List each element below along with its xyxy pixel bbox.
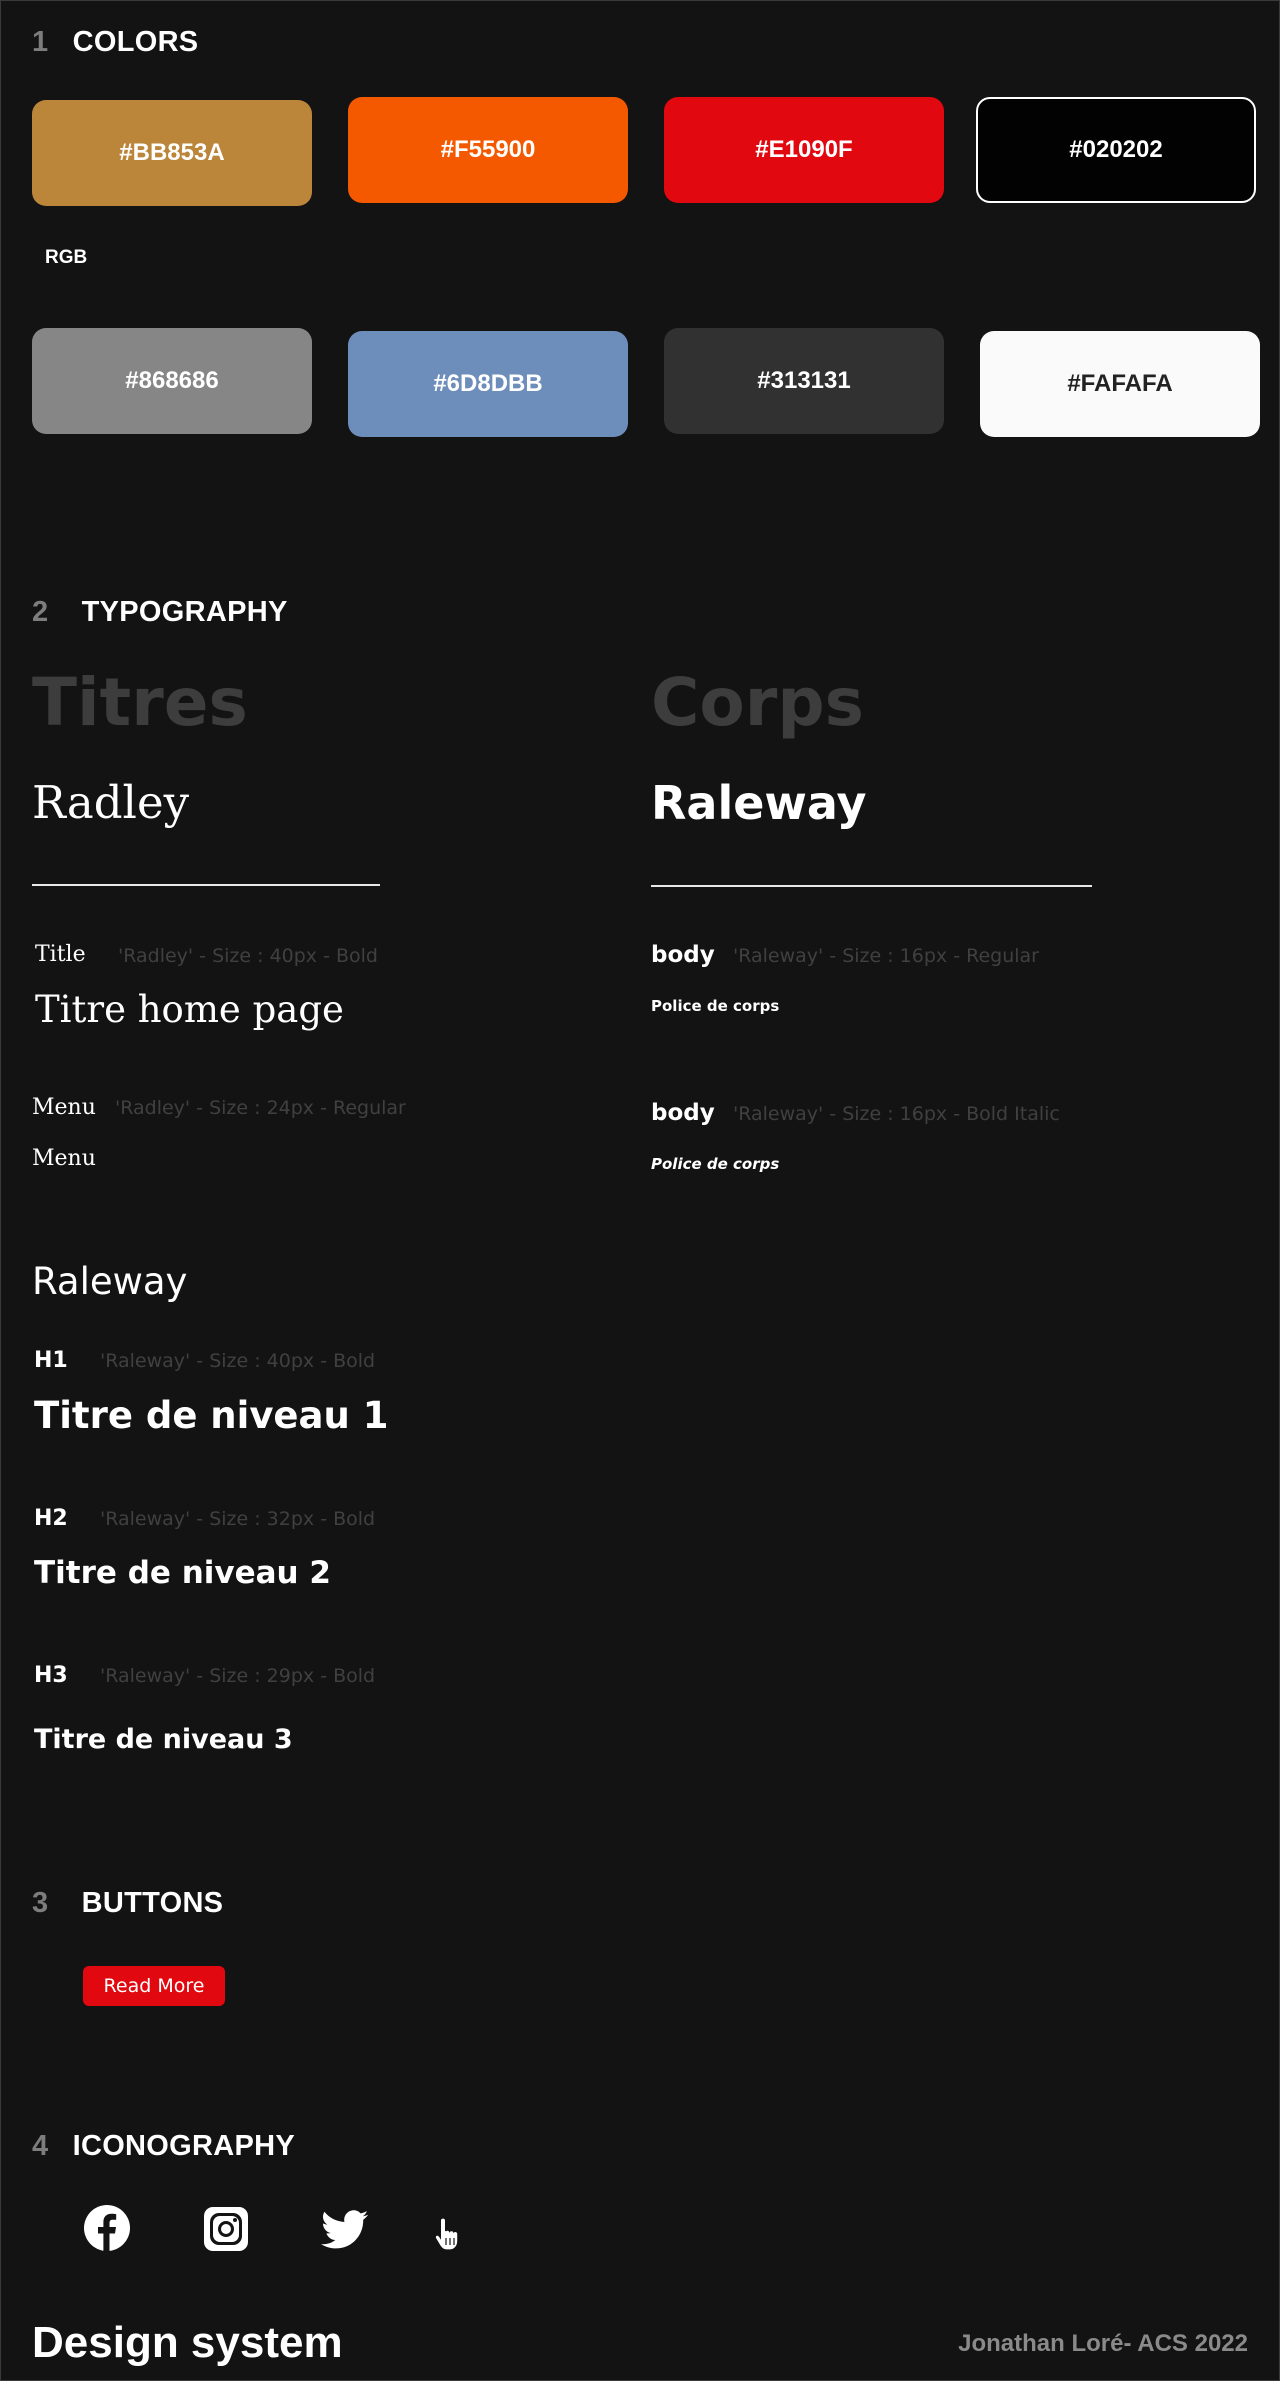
body-bold-italic-sample: Police de corps	[651, 1155, 780, 1173]
h1-sample: Titre de niveau 1	[34, 1394, 389, 1437]
color-swatch-orange: #F55900	[348, 97, 628, 203]
swatch-label: #313131	[757, 367, 851, 394]
raleway-heading: Raleway	[32, 1260, 188, 1303]
h3-tag: H3	[34, 1663, 68, 1688]
swatch-label: #F55900	[440, 136, 536, 163]
body-font-name: Raleway	[651, 776, 867, 830]
colors-section-header: 1 COLORS	[32, 26, 198, 59]
titles-divider	[32, 884, 380, 886]
body-bold-italic-tag: body	[651, 1100, 715, 1126]
h2-spec: 'Raleway' - Size : 32px - Bold	[100, 1508, 376, 1530]
section-title: COLORS	[72, 26, 199, 58]
titles-heading: Titres	[32, 664, 248, 741]
menu-style-spec: 'Radley' - Size : 24px - Regular	[115, 1097, 406, 1119]
typography-section-header: 2 TYPOGRAPHY	[32, 596, 288, 629]
body-bold-italic-spec: 'Raleway' - Size : 16px - Bold Italic	[733, 1103, 1060, 1125]
h1-tag: H1	[34, 1348, 68, 1373]
section-number: 4	[32, 2130, 49, 2162]
facebook-icon[interactable]	[84, 2205, 130, 2251]
title-style-tag: Title	[35, 942, 86, 967]
swatch-label: #6D8DBB	[433, 370, 543, 397]
footer-credit: Jonathan Loré- ACS 2022	[958, 2330, 1248, 2357]
buttons-section-header: 3 BUTTONS	[32, 1887, 223, 1920]
color-swatch-dark-gray: #313131	[664, 328, 944, 434]
iconography-section-header: 4 ICONOGRAPHY	[32, 2130, 295, 2163]
title-style-spec: 'Radley' - Size : 40px - Bold	[118, 945, 378, 967]
color-swatch-red: #E1090F	[664, 97, 944, 203]
body-regular-spec: 'Raleway' - Size : 16px - Regular	[733, 945, 1039, 967]
h2-tag: H2	[34, 1506, 68, 1531]
section-number: 3	[32, 1887, 49, 1919]
body-divider	[651, 885, 1092, 887]
hand-pointer-icon[interactable]	[433, 2216, 467, 2252]
menu-style-sample: Menu	[32, 1146, 96, 1171]
instagram-icon[interactable]	[204, 2207, 248, 2251]
section-number: 2	[32, 596, 49, 628]
swatch-label: #BB853A	[119, 139, 225, 166]
footer-title: Design system	[32, 2318, 343, 2367]
h3-sample: Titre de niveau 3	[34, 1724, 293, 1755]
menu-style-tag: Menu	[32, 1095, 96, 1120]
body-regular-sample: Police de corps	[651, 997, 780, 1015]
section-number: 1	[32, 26, 49, 58]
twitter-icon[interactable]	[320, 2210, 370, 2250]
swatch-label: #868686	[125, 367, 219, 394]
color-swatch-gold: #BB853A	[32, 100, 312, 206]
section-title: TYPOGRAPHY	[81, 596, 288, 628]
titles-font-name: Radley	[32, 776, 189, 829]
swatch-label: #E1090F	[755, 136, 853, 163]
color-swatch-gray: #868686	[32, 328, 312, 434]
rgb-label: RGB	[45, 247, 88, 268]
h1-spec: 'Raleway' - Size : 40px - Bold	[100, 1350, 376, 1372]
body-heading: Corps	[651, 664, 864, 741]
color-swatch-white: #FAFAFA	[980, 331, 1260, 437]
read-more-button[interactable]: Read More	[83, 1966, 225, 2006]
swatch-label: #FAFAFA	[1067, 370, 1173, 397]
h2-sample: Titre de niveau 2	[34, 1555, 331, 1591]
color-swatch-blue: #6D8DBB	[348, 331, 628, 437]
color-swatch-black: #020202	[976, 97, 1256, 203]
section-title: ICONOGRAPHY	[72, 2130, 296, 2162]
swatch-label: #020202	[1069, 136, 1163, 163]
section-title: BUTTONS	[81, 1887, 224, 1919]
h3-spec: 'Raleway' - Size : 29px - Bold	[100, 1665, 376, 1687]
body-regular-tag: body	[651, 942, 715, 968]
title-style-sample: Titre home page	[35, 988, 344, 1031]
